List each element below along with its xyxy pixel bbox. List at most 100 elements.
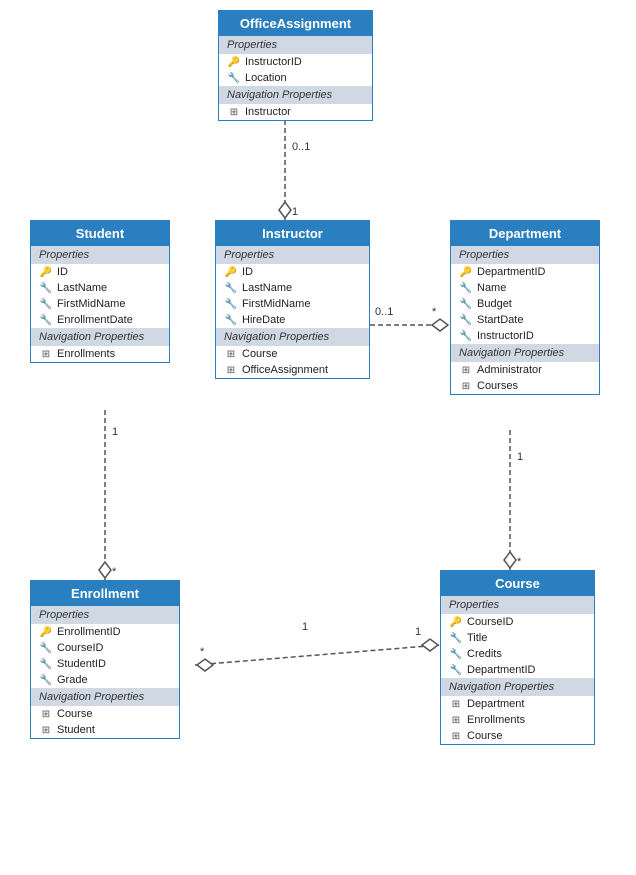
entity-student: Student Properties 🔑 ID 🔧 LastName 🔧 Fir… [30, 220, 170, 363]
property-label: CourseID [467, 616, 513, 628]
entity-department: Department Properties 🔑 DepartmentID 🔧 N… [450, 220, 600, 395]
property-label: FirstMidName [242, 298, 310, 310]
property-course-courseid: 🔑 CourseID [441, 614, 594, 630]
property-label: ID [57, 266, 68, 278]
svg-text:*: * [432, 306, 437, 318]
svg-text:1: 1 [112, 426, 118, 438]
property-course-enrollments: ⊞ Enrollments [441, 712, 594, 728]
property-student-enrollments: ⊞ Enrollments [31, 346, 169, 362]
property-label: StudentID [57, 658, 106, 670]
property-label: Administrator [477, 364, 542, 376]
wrench-icon: 🔧 [224, 315, 238, 326]
property-label: EnrollmentID [57, 626, 121, 638]
property-enroll-grade: 🔧 Grade [31, 672, 179, 688]
property-label: Instructor [245, 106, 291, 118]
section-header-course-props: Properties [441, 596, 594, 614]
property-course-course: ⊞ Course [441, 728, 594, 744]
property-inst-officeassignment: ⊞ OfficeAssignment [216, 362, 369, 378]
property-label: HireDate [242, 314, 285, 326]
property-label: Courses [477, 380, 518, 392]
section-header-dept-props: Properties [451, 246, 599, 264]
section-header-oa-props: Properties [219, 36, 372, 54]
wrench-icon: 🔧 [449, 649, 463, 660]
entity-instructor: Instructor Properties 🔑 ID 🔧 LastName 🔧 … [215, 220, 370, 379]
property-label: Location [245, 72, 287, 84]
key-icon: 🔑 [449, 617, 463, 628]
svg-text:1: 1 [292, 206, 298, 218]
property-label: DepartmentID [467, 664, 535, 676]
property-oa-instructorid: 🔑 InstructorID [219, 54, 372, 70]
nav-icon: ⊞ [449, 699, 463, 710]
property-dept-courses: ⊞ Courses [451, 378, 599, 394]
nav-icon: ⊞ [39, 349, 53, 360]
entity-header-student: Student [31, 221, 169, 246]
property-inst-id: 🔑 ID [216, 264, 369, 280]
property-course-title: 🔧 Title [441, 630, 594, 646]
property-label: Grade [57, 674, 88, 686]
svg-text:1: 1 [517, 451, 523, 463]
property-enroll-student: ⊞ Student [31, 722, 179, 738]
wrench-icon: 🔧 [449, 665, 463, 676]
svg-text:0..1: 0..1 [375, 306, 393, 318]
nav-icon: ⊞ [449, 731, 463, 742]
key-icon: 🔑 [227, 57, 241, 68]
wrench-icon: 🔧 [459, 331, 473, 342]
wrench-icon: 🔧 [39, 643, 53, 654]
wrench-icon: 🔧 [459, 315, 473, 326]
property-enroll-courseid: 🔧 CourseID [31, 640, 179, 656]
property-student-firstmidname: 🔧 FirstMidName [31, 296, 169, 312]
property-label: Credits [467, 648, 502, 660]
wrench-icon: 🔧 [39, 659, 53, 670]
property-label: InstructorID [245, 56, 302, 68]
entity-header-department: Department [451, 221, 599, 246]
property-label: LastName [57, 282, 107, 294]
property-inst-lastname: 🔧 LastName [216, 280, 369, 296]
nav-icon: ⊞ [459, 365, 473, 376]
wrench-icon: 🔧 [459, 299, 473, 310]
entity-officeassignment: OfficeAssignment Properties 🔑 Instructor… [218, 10, 373, 121]
wrench-icon: 🔧 [224, 283, 238, 294]
property-dept-budget: 🔧 Budget [451, 296, 599, 312]
nav-icon: ⊞ [449, 715, 463, 726]
key-icon: 🔑 [224, 267, 238, 278]
property-student-enrollmentdate: 🔧 EnrollmentDate [31, 312, 169, 328]
key-icon: 🔑 [39, 267, 53, 278]
svg-text:*: * [517, 556, 522, 568]
property-inst-firstmidname: 🔧 FirstMidName [216, 296, 369, 312]
property-label: Department [467, 698, 524, 710]
property-label: Enrollments [467, 714, 525, 726]
svg-text:1: 1 [302, 621, 308, 633]
key-icon: 🔑 [459, 267, 473, 278]
property-inst-course: ⊞ Course [216, 346, 369, 362]
property-label: InstructorID [477, 330, 534, 342]
property-course-department: ⊞ Department [441, 696, 594, 712]
section-header-dept-nav: Navigation Properties [451, 344, 599, 362]
section-header-enroll-props: Properties [31, 606, 179, 624]
svg-text:0..1: 0..1 [292, 141, 310, 153]
property-label: OfficeAssignment [242, 364, 328, 376]
entity-header-officeassignment: OfficeAssignment [219, 11, 372, 36]
wrench-icon: 🔧 [227, 73, 241, 84]
nav-icon: ⊞ [224, 365, 238, 376]
property-enroll-enrollmentid: 🔑 EnrollmentID [31, 624, 179, 640]
nav-icon: ⊞ [39, 709, 53, 720]
wrench-icon: 🔧 [449, 633, 463, 644]
property-dept-startdate: 🔧 StartDate [451, 312, 599, 328]
section-header-inst-props: Properties [216, 246, 369, 264]
wrench-icon: 🔧 [39, 283, 53, 294]
property-label: StartDate [477, 314, 523, 326]
property-oa-instructor: ⊞ Instructor [219, 104, 372, 120]
wrench-icon: 🔧 [39, 299, 53, 310]
section-header-student-props: Properties [31, 246, 169, 264]
property-course-credits: 🔧 Credits [441, 646, 594, 662]
entity-enrollment: Enrollment Properties 🔑 EnrollmentID 🔧 C… [30, 580, 180, 739]
svg-text:1: 1 [415, 626, 421, 638]
property-label: ID [242, 266, 253, 278]
property-dept-departmentid: 🔑 DepartmentID [451, 264, 599, 280]
nav-icon: ⊞ [224, 349, 238, 360]
nav-icon: ⊞ [39, 725, 53, 736]
section-header-inst-nav: Navigation Properties [216, 328, 369, 346]
wrench-icon: 🔧 [39, 315, 53, 326]
wrench-icon: 🔧 [224, 299, 238, 310]
nav-icon: ⊞ [459, 381, 473, 392]
